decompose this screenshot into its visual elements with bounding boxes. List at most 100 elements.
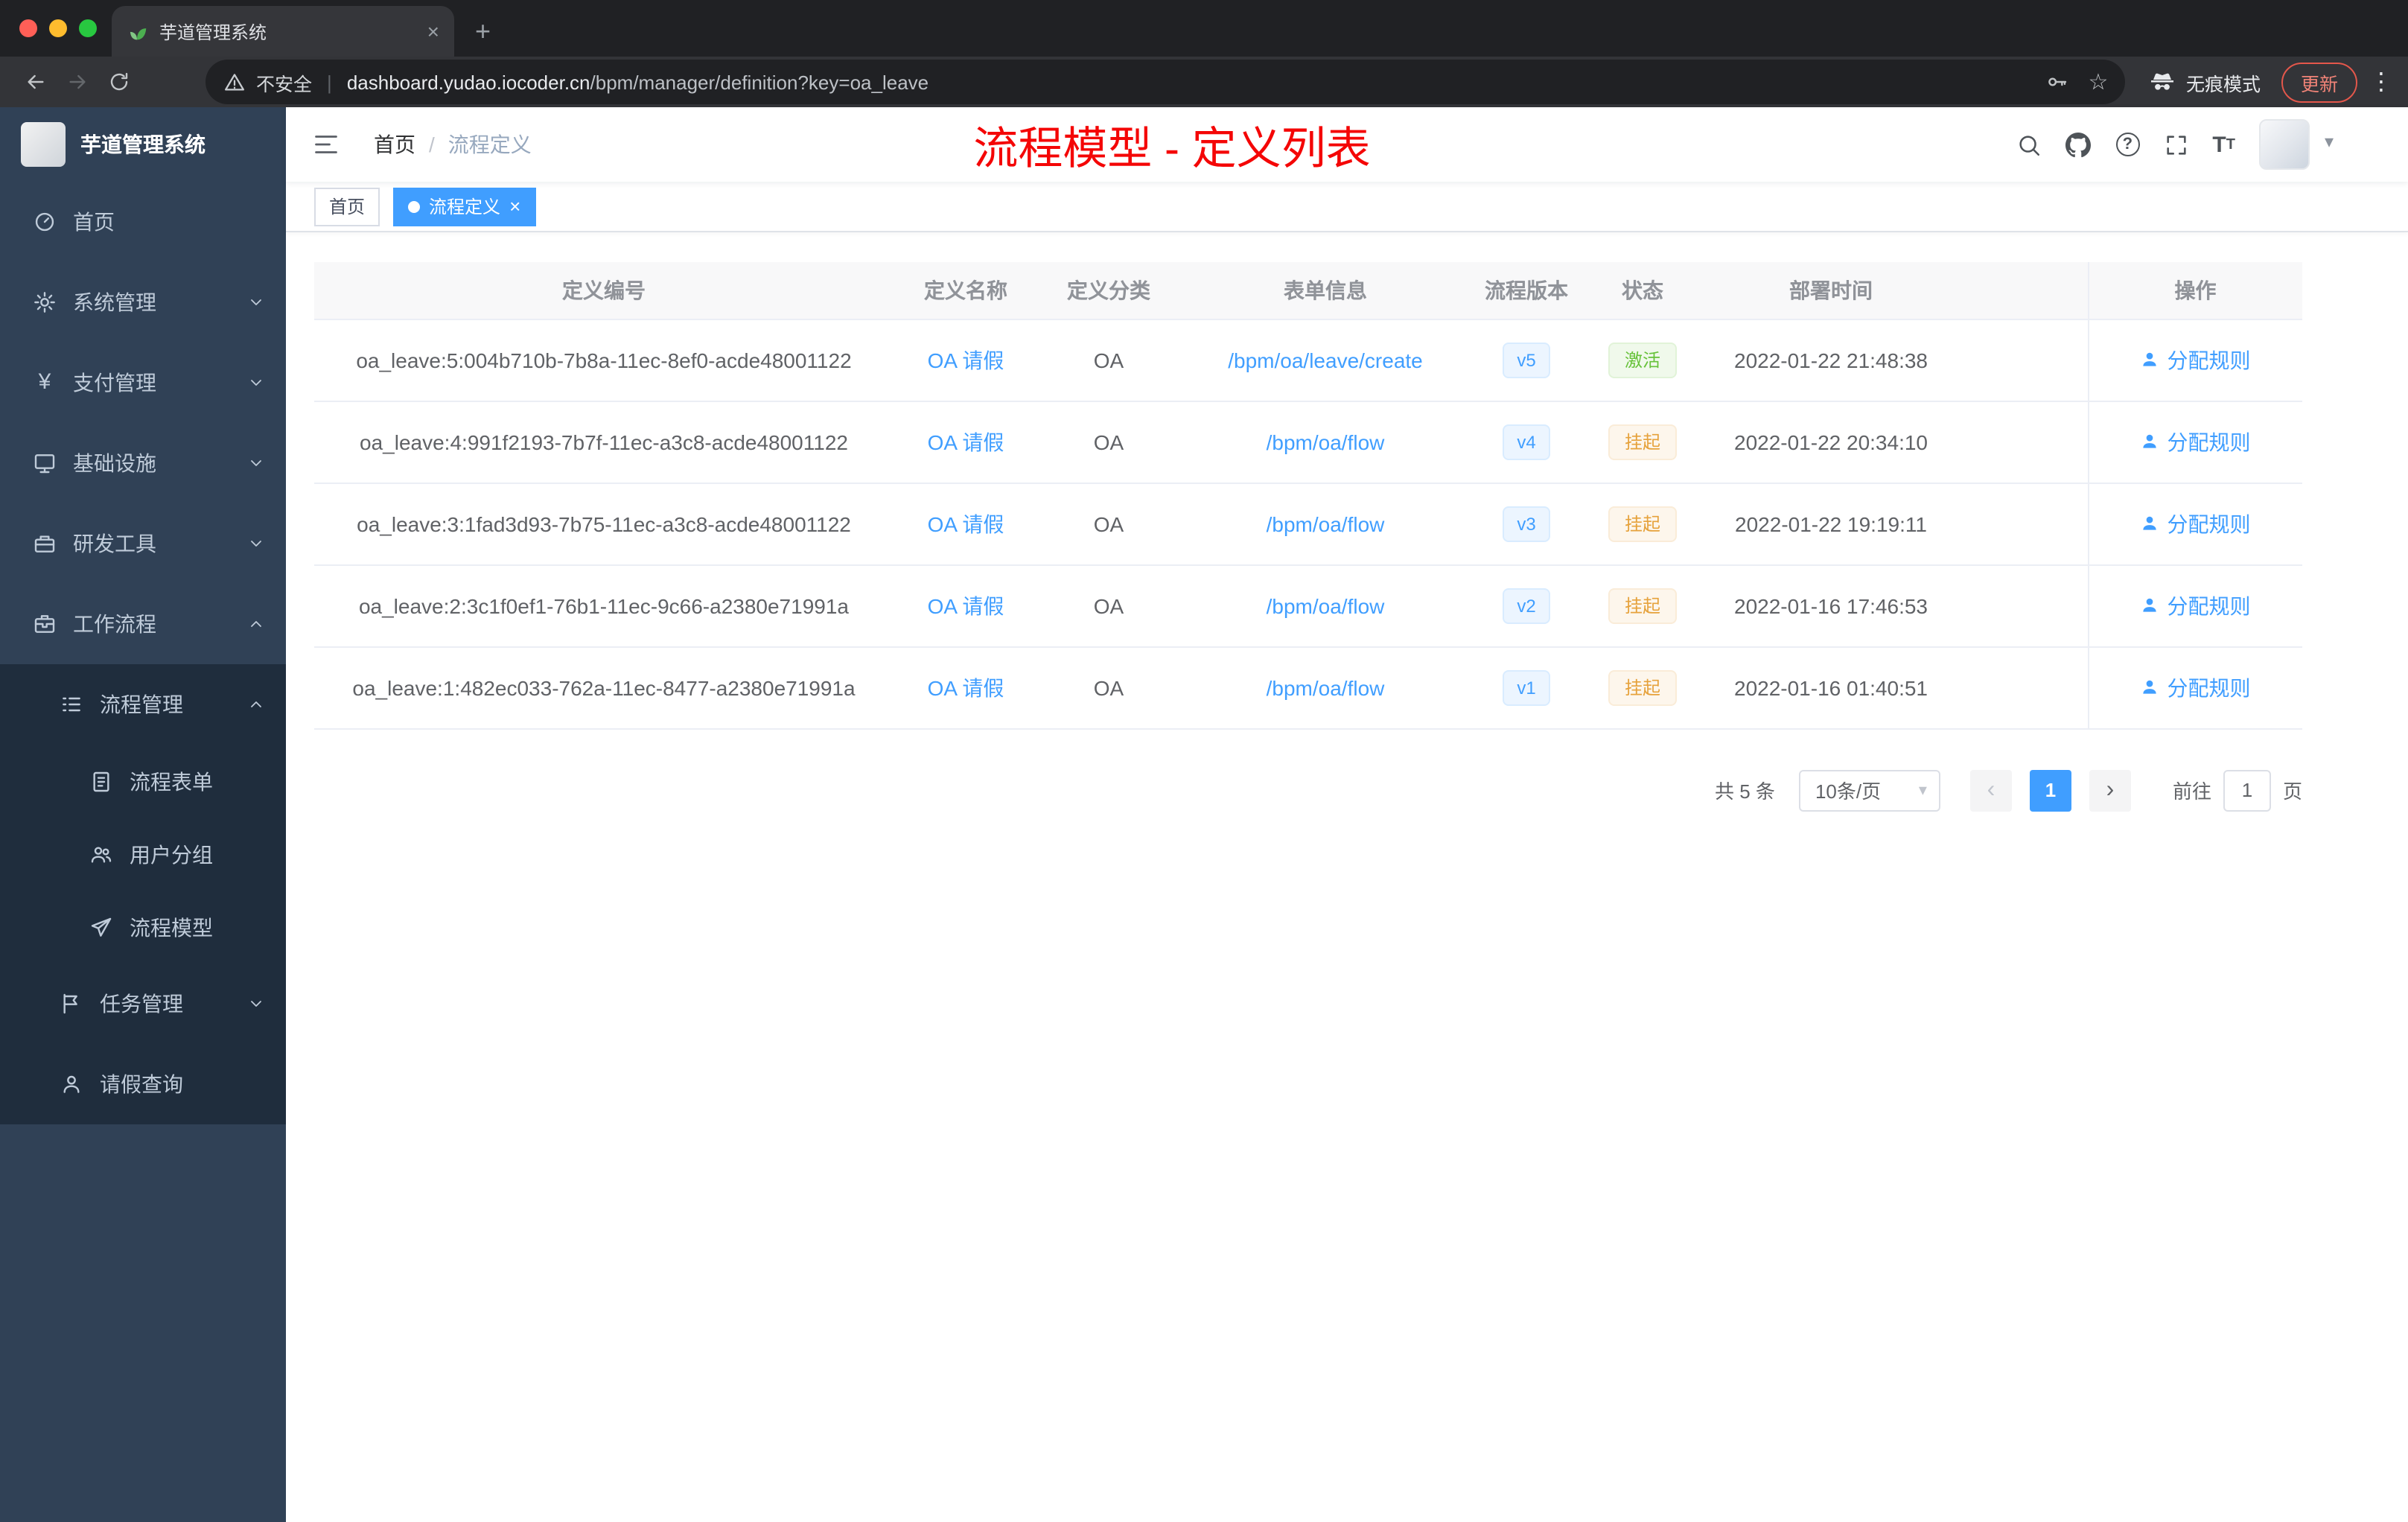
sidebar-item-process-form[interactable]: 流程表单 — [0, 745, 286, 818]
next-page-button[interactable]: › — [2089, 769, 2131, 811]
breadcrumb-home[interactable]: 首页 — [374, 130, 415, 159]
browser-menu-icon[interactable]: ⋮ — [2369, 67, 2393, 97]
cell-filler — [1958, 483, 2088, 565]
sidebar-item-label: 基础设施 — [73, 451, 156, 475]
app-title: 芋道管理系统 — [80, 133, 206, 156]
version-tag: v2 — [1502, 588, 1551, 623]
definition-name-link[interactable]: OA 请假 — [928, 675, 1004, 699]
sidebar-item-label: 流程表单 — [130, 769, 213, 793]
tab-title: 芋道管理系统 — [159, 22, 267, 42]
window-zoom-button[interactable] — [79, 19, 97, 37]
sidebar-item-leave-query[interactable]: 请假查询 — [0, 1044, 286, 1124]
table-row: oa_leave:1:482ec033-762a-11ec-8477-a2380… — [314, 646, 2302, 729]
definition-name-link[interactable]: OA 请假 — [928, 348, 1004, 372]
tags-bar: 首页 流程定义 × — [286, 182, 2408, 232]
form-link[interactable]: /bpm/oa/leave/create — [1228, 348, 1423, 372]
sidebar-item-task-management[interactable]: 任务管理 — [0, 964, 286, 1044]
version-tag: v4 — [1502, 424, 1551, 459]
total-count-label: 共 5 条 — [1715, 780, 1775, 803]
col-definition-id: 定义编号 — [314, 262, 894, 319]
browser-tab[interactable]: 芋道管理系统 × — [112, 6, 454, 57]
update-button[interactable]: 更新 — [2281, 62, 2357, 102]
sidebar-item-infrastructure[interactable]: 基础设施 — [0, 423, 286, 503]
goto-page-input[interactable] — [2223, 769, 2271, 811]
back-button[interactable] — [15, 61, 57, 103]
font-size-icon[interactable]: TT — [2212, 131, 2235, 158]
browser-toolbar: 不安全 | dashboard.yudao.iocoder.cn/bpm/man… — [0, 57, 2408, 107]
sidebar-item-home[interactable]: 首页 — [0, 182, 286, 262]
assign-rule-label: 分配规则 — [2167, 430, 2251, 453]
definition-name-link[interactable]: OA 请假 — [928, 430, 1004, 453]
sidebar-item-label: 任务管理 — [100, 992, 183, 1016]
github-icon[interactable] — [2065, 131, 2092, 158]
definition-name-link[interactable]: OA 请假 — [928, 593, 1004, 617]
users-icon — [91, 846, 112, 862]
tag-label: 首页 — [329, 197, 366, 217]
reload-button[interactable] — [98, 61, 140, 103]
browser-tab-bar: 芋道管理系统 × + — [0, 0, 2408, 57]
cell-category: OA — [1038, 319, 1179, 401]
form-link[interactable]: /bpm/oa/flow — [1267, 593, 1385, 617]
assign-rule-link[interactable]: 分配规则 — [2141, 672, 2251, 702]
page-unit-label: 页 — [2282, 780, 2302, 803]
user-icon — [2143, 434, 2157, 448]
col-definition-category: 定义分类 — [1038, 262, 1179, 319]
window-close-button[interactable] — [19, 19, 37, 37]
status-badge: 挂起 — [1608, 424, 1677, 459]
sidebar-item-system-management[interactable]: 系统管理 — [0, 262, 286, 343]
sidebar-item-process-model[interactable]: 流程模型 — [0, 891, 286, 964]
incognito-icon — [2150, 73, 2173, 90]
chevron-down-icon — [251, 380, 261, 386]
sidebar-item-process-management[interactable]: 流程管理 — [0, 664, 286, 745]
bookmark-star-icon[interactable]: ☆ — [2077, 61, 2119, 103]
table-row: oa_leave:3:1fad3d93-7b75-11ec-a3c8-acde4… — [314, 483, 2302, 565]
assign-rule-link[interactable]: 分配规则 — [2141, 509, 2251, 538]
page-1-button[interactable]: 1 — [2029, 769, 2071, 811]
assign-rule-link[interactable]: 分配规则 — [2141, 427, 2251, 456]
assign-rule-label: 分配规则 — [2167, 348, 2251, 372]
sidebar-item-payment-management[interactable]: ¥ 支付管理 — [0, 343, 286, 423]
not-secure-icon — [225, 73, 244, 90]
search-icon[interactable] — [2016, 131, 2042, 158]
list-icon — [63, 697, 80, 712]
logo-image — [21, 122, 66, 167]
toolbox-icon — [34, 535, 55, 553]
tab-close-icon[interactable]: × — [427, 19, 439, 43]
sidebar-item-dev-tools[interactable]: 研发工具 — [0, 503, 286, 584]
sidebar-item-user-group[interactable]: 用户分组 — [0, 818, 286, 891]
tag-process-definition[interactable]: 流程定义 × — [393, 187, 536, 226]
definition-name-link[interactable]: OA 请假 — [928, 512, 1004, 535]
fullscreen-icon[interactable] — [2163, 131, 2190, 158]
sidebar-toggle-button[interactable] — [305, 124, 347, 165]
password-key-icon[interactable] — [2036, 61, 2077, 103]
prev-page-button[interactable]: ‹ — [1969, 769, 2012, 811]
status-badge: 激活 — [1608, 342, 1677, 378]
user-avatar[interactable] — [2258, 119, 2310, 170]
sidebar-item-workflow[interactable]: 工作流程 — [0, 584, 286, 664]
tag-home[interactable]: 首页 — [314, 187, 380, 226]
active-tag-dot — [408, 200, 421, 212]
chevron-down-icon — [251, 1001, 261, 1007]
address-bar[interactable]: 不安全 | dashboard.yudao.iocoder.cn/bpm/man… — [206, 60, 2125, 104]
avatar-caret-icon[interactable]: ▾ — [2325, 131, 2334, 152]
col-status: 状态 — [1582, 262, 1704, 319]
screen: 芋道管理系统 × + 不安全 | dashboard.yudao.iocoder… — [0, 0, 2408, 1522]
assign-rule-link[interactable]: 分配规则 — [2141, 590, 2251, 620]
tag-close-icon[interactable]: × — [509, 197, 520, 216]
form-link[interactable]: /bpm/oa/flow — [1267, 430, 1385, 453]
assign-rule-link[interactable]: 分配规则 — [2141, 345, 2251, 375]
cell-filler — [1958, 319, 2088, 401]
page-size-select[interactable]: 10条/页 ▾ — [1798, 769, 1940, 811]
help-icon[interactable]: ? — [2114, 131, 2141, 158]
cell-definition-id: oa_leave:2:3c1f0ef1-76b1-11ec-9c66-a2380… — [314, 564, 894, 647]
form-link[interactable]: /bpm/oa/flow — [1267, 675, 1385, 699]
form-link[interactable]: /bpm/oa/flow — [1267, 512, 1385, 535]
url-host: dashboard.yudao.iocoder.cn — [346, 71, 590, 93]
sidebar-item-label: 系统管理 — [73, 290, 156, 314]
dashboard-icon — [35, 212, 54, 232]
new-tab-button[interactable]: + — [475, 15, 491, 48]
col-action: 操作 — [2087, 262, 2302, 319]
forward-button[interactable] — [57, 61, 98, 103]
window-minimize-button[interactable] — [49, 19, 67, 37]
table-header-row: 定义编号 定义名称 定义分类 表单信息 流程版本 状态 部署时间 操作 — [314, 262, 2302, 319]
